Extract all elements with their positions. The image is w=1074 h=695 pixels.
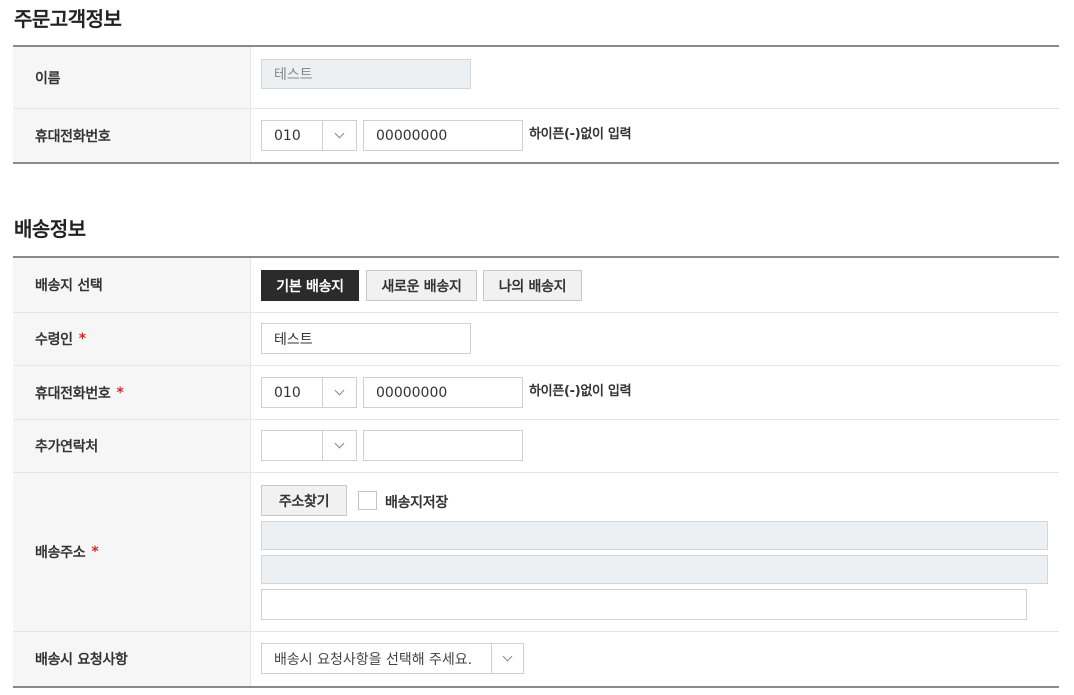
shipping-phone-row: 휴대전화번호 * 010 00000000 하이픈(-)없이 입력	[13, 366, 1059, 420]
find-address-button[interactable]: 주소찾기	[261, 485, 347, 516]
default-address-button[interactable]: 기본 배송지	[261, 270, 359, 301]
required-mark: *	[116, 384, 124, 401]
shipping-address-label-text: 배송주소	[35, 545, 86, 561]
extra-contact-row: 추가연락처	[13, 420, 1059, 473]
recipient-label: 수령인 *	[13, 313, 251, 365]
customer-phone-number-input[interactable]: 00000000	[363, 120, 523, 151]
shipping-phone-number-input[interactable]: 00000000	[363, 377, 523, 408]
recipient-row: 수령인 * 테스트	[13, 313, 1059, 366]
name-input[interactable]: 테스트	[261, 59, 471, 89]
customer-info-table: 이름 테스트 휴대전화번호 010 00000000 하이픈(-)없이 입력	[13, 45, 1059, 164]
address-line1-input[interactable]	[261, 555, 1048, 584]
shipping-phone-label-text: 휴대전화번호	[35, 385, 111, 402]
extra-contact-label: 추가연락처	[13, 420, 251, 472]
postcode-input[interactable]	[261, 521, 1048, 550]
delivery-request-value-cell: 배송시 요청사항을 선택해 주세요.	[251, 632, 1059, 686]
chevron-down-icon	[322, 121, 356, 150]
customer-name-row: 이름 테스트	[13, 47, 1059, 109]
extra-contact-prefix-select[interactable]	[261, 430, 357, 461]
customer-phone-value-cell: 010 00000000 하이픈(-)없이 입력	[251, 109, 1059, 162]
recipient-value-cell: 테스트	[251, 313, 1059, 365]
address-select-label: 배송지 선택	[13, 258, 251, 312]
recipient-input[interactable]: 테스트	[261, 323, 471, 354]
save-address-label: 배송지저장	[385, 495, 448, 511]
new-address-button[interactable]: 새로운 배송지	[366, 270, 477, 301]
extra-contact-value-cell	[251, 420, 1059, 472]
name-value-cell: 테스트	[251, 47, 1059, 108]
save-address-checkbox[interactable]	[358, 491, 377, 510]
shipping-address-row: 배송주소 * 주소찾기 배송지저장	[13, 473, 1059, 632]
customer-phone-label: 휴대전화번호	[13, 109, 251, 162]
required-mark: *	[91, 544, 99, 560]
customer-phone-prefix-value: 010	[274, 127, 301, 144]
shipping-address-value-cell: 주소찾기 배송지저장	[251, 473, 1059, 631]
delivery-request-select[interactable]: 배송시 요청사항을 선택해 주세요.	[261, 643, 524, 674]
shipping-section-title: 배송정보	[14, 217, 86, 241]
customer-phone-hint: 하이픈(-)없이 입력	[529, 127, 632, 142]
address-detail-input[interactable]	[261, 589, 1027, 620]
recipient-label-text: 수령인	[35, 332, 73, 348]
my-address-button[interactable]: 나의 배송지	[483, 270, 582, 301]
chevron-down-icon	[491, 644, 523, 673]
shipping-phone-prefix-value: 010	[274, 384, 301, 401]
customer-phone-prefix-select[interactable]: 010	[261, 120, 357, 151]
address-select-row: 배송지 선택 기본 배송지 새로운 배송지 나의 배송지	[13, 258, 1059, 313]
delivery-request-label: 배송시 요청사항	[13, 632, 251, 686]
shipping-phone-hint: 하이픈(-)없이 입력	[529, 384, 632, 399]
required-mark: *	[78, 331, 86, 347]
delivery-request-row: 배송시 요청사항 배송시 요청사항을 선택해 주세요.	[13, 632, 1059, 686]
extra-contact-prefix-value	[262, 431, 322, 460]
customer-section-title: 주문고객정보	[14, 7, 122, 31]
shipping-address-label: 배송주소 *	[13, 473, 251, 631]
customer-phone-row: 휴대전화번호 010 00000000 하이픈(-)없이 입력	[13, 109, 1059, 162]
shipping-info-table: 배송지 선택 기본 배송지 새로운 배송지 나의 배송지 수령인 * 테스트 휴대…	[13, 256, 1059, 688]
shipping-phone-value-cell: 010 00000000 하이픈(-)없이 입력	[251, 366, 1059, 419]
shipping-phone-label: 휴대전화번호 *	[13, 366, 251, 419]
name-label: 이름	[13, 47, 251, 108]
chevron-down-icon	[322, 431, 356, 460]
extra-contact-number-input[interactable]	[363, 430, 523, 461]
delivery-request-placeholder: 배송시 요청사항을 선택해 주세요.	[274, 651, 473, 668]
chevron-down-icon	[322, 378, 356, 407]
shipping-phone-prefix-select[interactable]: 010	[261, 377, 357, 408]
address-select-value-cell: 기본 배송지 새로운 배송지 나의 배송지	[251, 258, 1059, 312]
